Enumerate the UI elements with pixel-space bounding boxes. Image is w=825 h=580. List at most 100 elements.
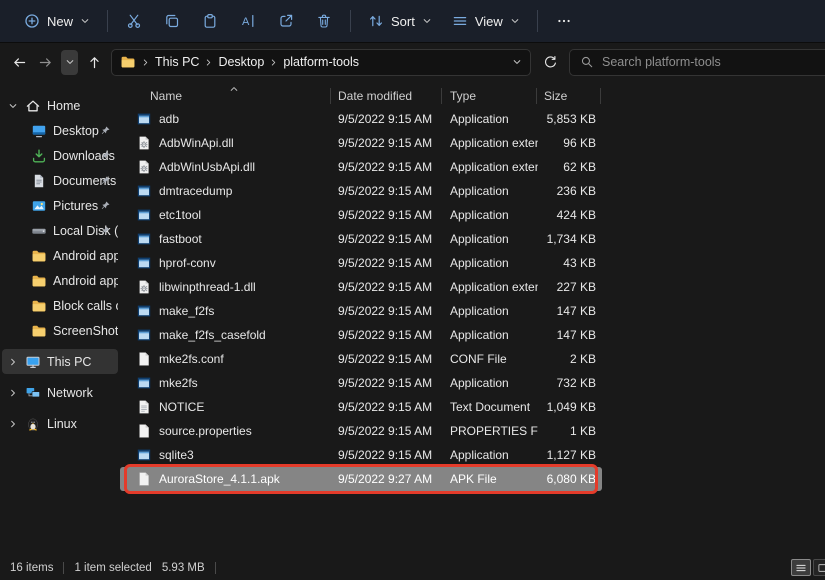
- copy-button[interactable]: [153, 6, 191, 36]
- new-button[interactable]: New: [14, 7, 100, 35]
- file-row[interactable]: dmtracedump9/5/2022 9:15 AMApplication23…: [120, 179, 602, 203]
- folder-icon: [31, 298, 47, 314]
- sidebar-item-desktop[interactable]: Desktop: [2, 118, 118, 143]
- sidebar-item-documents[interactable]: Documents: [2, 168, 118, 193]
- column-header-size[interactable]: Size: [538, 89, 602, 103]
- address-bar[interactable]: This PC Desktop platform-tools: [111, 49, 531, 76]
- navigation-sidebar: HomeDesktopDownloadsDocumentsPicturesLoc…: [0, 81, 120, 555]
- file-row[interactable]: AdbWinUsbApi.dll9/5/2022 9:15 AMApplicat…: [120, 155, 602, 179]
- file-row[interactable]: make_f2fs_casefold9/5/2022 9:15 AMApplic…: [120, 323, 602, 347]
- share-button[interactable]: [267, 6, 305, 36]
- file-date-modified: 9/5/2022 9:15 AM: [332, 160, 442, 174]
- chevron-down-icon: [510, 16, 520, 26]
- sidebar-item-pictures[interactable]: Pictures: [2, 193, 118, 218]
- file-row[interactable]: make_f2fs9/5/2022 9:15 AMApplication147 …: [120, 299, 602, 323]
- thumbnails-view-button[interactable]: [813, 559, 825, 576]
- file-row[interactable]: adb9/5/2022 9:15 AMApplication5,853 KB: [120, 107, 602, 131]
- file-name: AuroraStore_4.1.1.apk: [159, 472, 280, 486]
- breadcrumb-item[interactable]: platform-tools: [280, 53, 362, 71]
- app-icon: [136, 375, 152, 391]
- chevron-right-icon[interactable]: [7, 419, 19, 429]
- sidebar-item-this-pc[interactable]: This PC: [2, 349, 118, 374]
- view-button-label: View: [475, 14, 503, 29]
- details-view-icon: [795, 562, 807, 574]
- file-row[interactable]: AdbWinApi.dll9/5/2022 9:15 AMApplication…: [120, 131, 602, 155]
- file-row[interactable]: mke2fs.conf9/5/2022 9:15 AMCONF File2 KB: [120, 347, 602, 371]
- file-name-cell: etc1tool: [120, 207, 332, 223]
- chevron-down-icon[interactable]: [7, 101, 19, 111]
- back-button[interactable]: [6, 49, 32, 75]
- sidebar-item-label: Linux: [47, 417, 118, 431]
- sidebar-item-local-disk-g[interactable]: Local Disk (G:): [2, 218, 118, 243]
- file-row[interactable]: sqlite39/5/2022 9:15 AMApplication1,127 …: [120, 443, 602, 467]
- forward-button[interactable]: [32, 49, 58, 75]
- sidebar-item-android-apps-on-w[interactable]: Android apps on W: [2, 268, 118, 293]
- paste-button[interactable]: [191, 6, 229, 36]
- details-view-button[interactable]: [791, 559, 811, 576]
- chevron-right-icon[interactable]: [204, 58, 213, 67]
- file-row[interactable]: NOTICE9/5/2022 9:15 AMText Document1,049…: [120, 395, 602, 419]
- chevron-right-icon[interactable]: [7, 357, 19, 367]
- column-divider[interactable]: [600, 88, 601, 104]
- file-row[interactable]: AuroraStore_4.1.1.apk9/5/2022 9:27 AMAPK…: [120, 467, 602, 491]
- file-name: NOTICE: [159, 400, 204, 414]
- file-row[interactable]: source.properties9/5/2022 9:15 AMPROPERT…: [120, 419, 602, 443]
- file-name: make_f2fs_casefold: [159, 328, 266, 342]
- file-date-modified: 9/5/2022 9:27 AM: [332, 472, 442, 486]
- linux-icon: [25, 416, 41, 432]
- column-divider[interactable]: [330, 88, 331, 104]
- cut-button[interactable]: [115, 6, 153, 36]
- folder-icon: [120, 54, 136, 70]
- breadcrumb-item[interactable]: Desktop: [215, 53, 267, 71]
- sidebar-item-linux[interactable]: Linux: [2, 411, 118, 436]
- recent-locations-button[interactable]: [61, 50, 78, 75]
- sidebar-item-label: Block calls on And: [53, 299, 118, 313]
- file-type: Application: [442, 112, 538, 126]
- status-divider: [215, 562, 216, 574]
- file-row[interactable]: libwinpthread-1.dll9/5/2022 9:15 AMAppli…: [120, 275, 602, 299]
- column-header-name[interactable]: Name: [120, 89, 332, 103]
- rename-button[interactable]: A: [229, 6, 267, 36]
- file-row[interactable]: hprof-conv9/5/2022 9:15 AMApplication43 …: [120, 251, 602, 275]
- search-input[interactable]: [602, 55, 817, 69]
- up-button[interactable]: [81, 49, 107, 75]
- column-divider[interactable]: [441, 88, 442, 104]
- file-row[interactable]: mke2fs9/5/2022 9:15 AMApplication732 KB: [120, 371, 602, 395]
- toolbar-divider: [537, 10, 538, 32]
- sort-button[interactable]: Sort: [358, 7, 442, 35]
- toolbar-divider: [107, 10, 108, 32]
- column-header-type[interactable]: Type: [442, 89, 538, 103]
- app-icon: [136, 303, 152, 319]
- breadcrumb-item[interactable]: This PC: [152, 53, 202, 71]
- chevron-right-icon[interactable]: [7, 388, 19, 398]
- chevron-right-icon[interactable]: [141, 58, 150, 67]
- sidebar-item-network[interactable]: Network: [2, 380, 118, 405]
- home-icon: [25, 98, 41, 114]
- file-row[interactable]: etc1tool9/5/2022 9:15 AMApplication424 K…: [120, 203, 602, 227]
- dll-icon: [136, 279, 152, 295]
- file-name: AdbWinApi.dll: [159, 136, 234, 150]
- search-box[interactable]: [569, 49, 825, 76]
- sidebar-item-downloads[interactable]: Downloads: [2, 143, 118, 168]
- paste-icon: [202, 13, 218, 29]
- pictures-icon: [31, 198, 47, 214]
- chevron-right-icon[interactable]: [269, 58, 278, 67]
- toolbar-action-icons: A: [115, 6, 343, 36]
- column-header-date-modified[interactable]: Date modified: [332, 89, 442, 103]
- cut-icon: [126, 13, 142, 29]
- more-options-button[interactable]: [545, 6, 583, 36]
- sidebar-item-screenshot[interactable]: ScreenShot: [2, 318, 118, 343]
- sidebar-item-block-calls-on-and[interactable]: Block calls on And: [2, 293, 118, 318]
- address-dropdown-chevron-icon[interactable]: [512, 57, 522, 67]
- refresh-button[interactable]: [537, 49, 563, 75]
- view-button[interactable]: View: [442, 7, 530, 35]
- file-type: Application: [442, 376, 538, 390]
- file-date-modified: 9/5/2022 9:15 AM: [332, 256, 442, 270]
- delete-button[interactable]: [305, 6, 343, 36]
- sidebar-item-android-apps-on-w[interactable]: Android apps on W: [2, 243, 118, 268]
- sidebar-item-home[interactable]: Home: [2, 93, 118, 118]
- selection-count: 1 item selected: [74, 562, 151, 574]
- documents-icon: [31, 173, 47, 189]
- file-row[interactable]: fastboot9/5/2022 9:15 AMApplication1,734…: [120, 227, 602, 251]
- column-divider[interactable]: [536, 88, 537, 104]
